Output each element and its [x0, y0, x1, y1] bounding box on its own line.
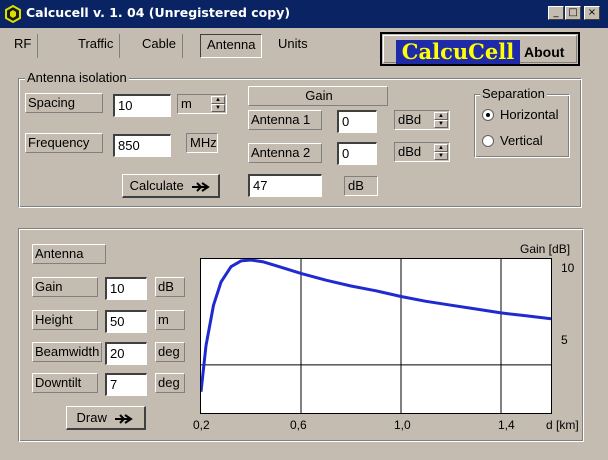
about-button[interactable]: CalcuCell About	[380, 32, 580, 66]
horizontal-radio[interactable]	[482, 109, 494, 121]
antenna1-unit-value: dBd	[398, 112, 422, 127]
spacing-unit-select[interactable]: m ▲ ▼	[177, 94, 227, 114]
maximize-button[interactable]: □	[565, 6, 581, 20]
gain-header: Gain	[248, 86, 388, 106]
y-axis-title: Gain [dB]	[520, 242, 571, 256]
calcucell-logo: CalcuCell	[396, 40, 520, 64]
height-label: Height	[32, 310, 98, 330]
spin-down-icon[interactable]: ▼	[434, 120, 448, 128]
spin-up-icon[interactable]: ▲	[434, 144, 448, 152]
draw-button[interactable]: Draw	[66, 406, 146, 430]
downtilt-unit: deg	[155, 373, 185, 393]
spacing-unit-spinner[interactable]: ▲ ▼	[211, 96, 225, 112]
x-tick-1-0: 1,0	[394, 418, 411, 432]
arrow-right-icon	[115, 413, 134, 424]
antenna2-unit-spinner[interactable]: ▲ ▼	[434, 144, 448, 160]
arrow-right-icon	[192, 181, 211, 192]
y-tick-10: 10	[561, 261, 575, 275]
spin-down-icon[interactable]: ▼	[434, 152, 448, 160]
gain-label: Gain	[32, 277, 98, 297]
gain-chart-plot	[201, 259, 551, 413]
spacing-unit-value: m	[181, 96, 192, 111]
antenna2-label: Antenna 2	[248, 143, 322, 163]
spin-up-icon[interactable]: ▲	[434, 112, 448, 120]
tab-cable[interactable]: Cable	[136, 34, 183, 58]
vertical-label: Vertical	[500, 133, 543, 148]
height-unit: m	[155, 310, 185, 330]
spin-down-icon[interactable]: ▼	[211, 104, 225, 112]
frequency-label: Frequency	[25, 133, 103, 153]
spacing-label: Spacing	[25, 93, 103, 113]
antenna-header: Antenna	[32, 244, 106, 264]
gain-chart	[200, 258, 552, 414]
tab-rf[interactable]: RF	[8, 34, 39, 58]
tab-traffic[interactable]: Traffic	[72, 34, 121, 58]
antenna2-unit-value: dBd	[398, 144, 422, 159]
beamwidth-label: Beamwidth	[32, 342, 102, 362]
window-title: Calcucell v. 1. 04 (Unregistered copy)	[26, 5, 291, 20]
close-button[interactable]: ×	[584, 6, 600, 20]
minimize-button[interactable]: _	[548, 6, 564, 20]
separation-group	[474, 94, 570, 158]
isolation-result-field: 47	[248, 174, 322, 197]
antenna2-gain-input[interactable]: 0	[337, 142, 377, 165]
calculate-button[interactable]: Calculate	[122, 174, 220, 198]
height-input[interactable]: 50	[105, 310, 147, 333]
antenna1-unit-spinner[interactable]: ▲ ▼	[434, 112, 448, 128]
tab-antenna[interactable]: Antenna	[200, 34, 263, 58]
beamwidth-input[interactable]: 20	[105, 342, 147, 365]
antenna1-unit-select[interactable]: dBd ▲ ▼	[394, 110, 450, 130]
separation-label: Separation	[480, 86, 547, 101]
spin-up-icon[interactable]: ▲	[211, 96, 225, 104]
vertical-radio[interactable]	[482, 135, 494, 147]
gain-input[interactable]: 10	[105, 277, 147, 300]
y-tick-5: 5	[561, 333, 568, 347]
gain-unit: dB	[155, 277, 185, 297]
isolation-result-unit: dB	[344, 176, 378, 196]
horizontal-label: Horizontal	[500, 107, 559, 122]
app-icon	[5, 5, 21, 23]
frequency-unit: MHz	[186, 133, 218, 153]
title-bar: Calcucell v. 1. 04 (Unregistered copy) _…	[0, 0, 608, 28]
antenna-isolation-label: Antenna isolation	[25, 70, 129, 85]
frequency-input[interactable]: 850	[113, 134, 171, 157]
x-tick-0-6: 0,6	[290, 418, 307, 432]
beamwidth-unit: deg	[155, 342, 185, 362]
antenna1-gain-input[interactable]: 0	[337, 110, 377, 133]
about-label: About	[524, 44, 565, 60]
spacing-input[interactable]: 10	[113, 94, 171, 117]
x-tick-1-4: 1,4	[498, 418, 515, 432]
x-tick-0-2: 0,2	[193, 418, 210, 432]
downtilt-input[interactable]: 7	[105, 373, 147, 396]
gain-curve-0	[201, 259, 551, 392]
x-axis-title: d [km]	[546, 418, 579, 432]
calculate-label: Calculate	[129, 178, 184, 193]
downtilt-label: Downtilt	[32, 373, 98, 393]
antenna1-label: Antenna 1	[248, 110, 322, 130]
antenna2-unit-select[interactable]: dBd ▲ ▼	[394, 142, 450, 162]
draw-label: Draw	[76, 410, 107, 425]
tab-units[interactable]: Units	[272, 34, 314, 58]
